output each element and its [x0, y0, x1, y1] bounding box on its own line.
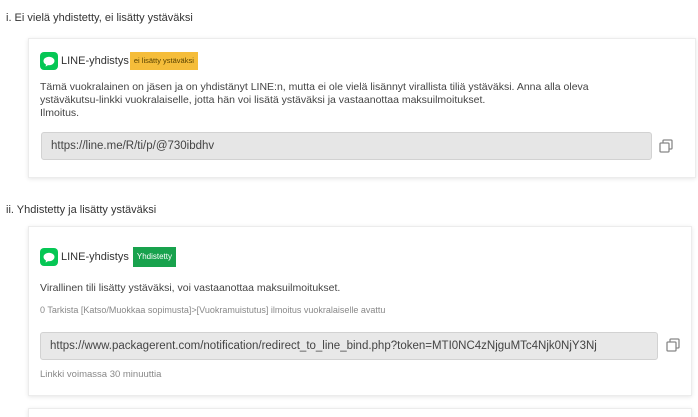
description-line: Tämä vuokralainen on jäsen ja on yhdistä… [40, 81, 589, 93]
description-text: Tämä vuokralainen on jäsen ja on yhdistä… [40, 81, 690, 120]
status-badge-connected: Yhdistetty [132, 247, 176, 267]
status-badge-not-added: ei lisätty ystäväksi [129, 52, 198, 70]
next-card [28, 408, 692, 417]
card-connected: LINE-yhdistys Yhdistetty Virallinen tili… [28, 226, 692, 396]
copy-icon[interactable] [658, 138, 674, 154]
line-connection-label: LINE-yhdistys [61, 55, 129, 67]
line-logo-icon [40, 52, 58, 70]
copy-icon[interactable] [665, 337, 681, 353]
card-not-added: LINE-yhdistys ei lisätty ystäväksi Tämä … [28, 38, 696, 178]
section-title-not-added: i. Ei vielä yhdistetty, ei lisätty ystäv… [6, 12, 193, 24]
friend-invite-link-field[interactable]: https://line.me/R/ti/p/@730ibdhv [41, 132, 652, 160]
link-validity-note: Linkki voimassa 30 minuuttia [40, 369, 162, 380]
bind-link-field[interactable]: https://www.packagerent.com/notification… [40, 332, 658, 360]
description-text: Virallinen tili lisätty ystäväksi, voi v… [40, 282, 341, 294]
description-line: ystäväkutsu-linkki vuokralaiselle, jotta… [40, 94, 486, 106]
instruction-note: 0 Tarkista [Katso/Muokkaa sopimusta]>[Vu… [40, 305, 386, 315]
card-header: LINE-yhdistys ei lisätty ystäväksi [40, 52, 198, 70]
card-header: LINE-yhdistys Yhdistetty [40, 247, 176, 267]
description-line: Ilmoitus. [40, 107, 80, 119]
section-title-connected: ii. Yhdistetty ja lisätty ystäväksi [6, 204, 157, 216]
line-connection-label: LINE-yhdistys [61, 251, 129, 263]
line-logo-icon [40, 248, 58, 266]
